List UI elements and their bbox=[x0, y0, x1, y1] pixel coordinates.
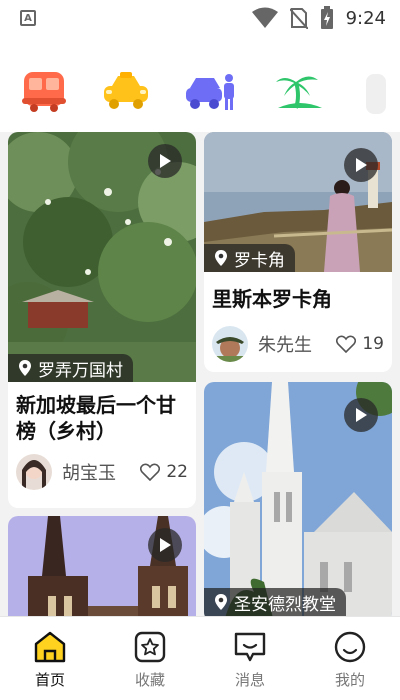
play-icon bbox=[160, 538, 171, 552]
post-card[interactable]: 罗卡角 里斯本罗卡角 朱先生 19 bbox=[204, 132, 392, 372]
status-time: 9:24 bbox=[345, 7, 386, 29]
avatar-image bbox=[212, 326, 248, 362]
feed: 罗弄万国村 新加坡最后一个甘榜（乡村） 胡宝玉 22 罗卡角 里斯本罗卡角 朱先… bbox=[0, 132, 400, 616]
bottom-tab-bar: 首页 收藏 消息 我的 bbox=[0, 616, 400, 700]
like-count: 22 bbox=[166, 462, 188, 482]
location-label: 罗弄万国村 bbox=[38, 360, 123, 381]
post-card[interactable]: 罗弄万国村 新加坡最后一个甘榜（乡村） 胡宝玉 22 bbox=[8, 132, 196, 508]
bus-icon bbox=[22, 72, 66, 112]
play-icon bbox=[356, 158, 367, 172]
tab-label: 收藏 bbox=[134, 671, 165, 689]
taxi-car-icon bbox=[104, 72, 148, 109]
play-button[interactable] bbox=[148, 528, 182, 562]
like-count: 19 bbox=[362, 334, 384, 354]
avatar[interactable] bbox=[16, 454, 52, 490]
self-drive-car-icon bbox=[186, 74, 234, 110]
play-icon bbox=[356, 408, 367, 422]
play-button[interactable] bbox=[148, 144, 182, 178]
like-button[interactable]: 22 bbox=[140, 462, 188, 482]
post-title: 里斯本罗卡角 bbox=[212, 287, 332, 311]
location-tag: 圣安德烈教堂 bbox=[204, 588, 346, 616]
category-more-hint bbox=[366, 74, 386, 114]
avatar[interactable] bbox=[212, 326, 248, 362]
post-card[interactable] bbox=[8, 516, 196, 616]
no-sim-icon bbox=[289, 8, 308, 29]
post-title: 新加坡最后一个甘榜（乡村） bbox=[16, 393, 176, 443]
category-taxi[interactable] bbox=[100, 68, 152, 114]
tab-messages[interactable]: 消息 bbox=[200, 617, 300, 700]
category-bar bbox=[0, 36, 400, 132]
location-pin-icon bbox=[215, 594, 227, 610]
author-name: 胡宝玉 bbox=[62, 463, 116, 484]
post-photo: 罗卡角 bbox=[204, 132, 392, 272]
location-tag: 罗弄万国村 bbox=[8, 354, 133, 382]
post-photo bbox=[8, 516, 196, 616]
post-meta: 胡宝玉 22 bbox=[8, 454, 196, 490]
post-meta: 朱先生 19 bbox=[204, 326, 392, 362]
favorites-star-icon bbox=[134, 631, 166, 663]
profile-smile-icon bbox=[334, 631, 366, 663]
play-button[interactable] bbox=[344, 148, 378, 182]
status-bar: A 9:24 bbox=[0, 0, 400, 36]
heart-icon bbox=[336, 335, 357, 353]
tab-favorites[interactable]: 收藏 bbox=[100, 617, 200, 700]
location-label: 罗卡角 bbox=[234, 250, 285, 271]
location-tag: 罗卡角 bbox=[204, 244, 295, 272]
home-icon bbox=[34, 631, 66, 663]
post-photo: 圣安德烈教堂 bbox=[204, 382, 392, 616]
category-island[interactable] bbox=[274, 68, 326, 114]
author-name: 朱先生 bbox=[258, 335, 312, 356]
avatar-image bbox=[16, 454, 52, 490]
tab-label: 我的 bbox=[334, 671, 365, 689]
category-self-drive[interactable] bbox=[184, 68, 236, 114]
tab-label: 首页 bbox=[34, 671, 65, 689]
battery-charging-icon bbox=[320, 6, 333, 29]
category-bus[interactable] bbox=[20, 68, 72, 114]
tab-profile[interactable]: 我的 bbox=[300, 617, 400, 700]
wifi-icon bbox=[251, 7, 278, 28]
tab-label: 消息 bbox=[234, 671, 265, 689]
location-pin-icon bbox=[19, 360, 31, 376]
app-notification-icon: A bbox=[20, 10, 36, 26]
post-photo: 罗弄万国村 bbox=[8, 132, 196, 382]
play-button[interactable] bbox=[344, 398, 378, 432]
location-label: 圣安德烈教堂 bbox=[234, 594, 336, 615]
like-button[interactable]: 19 bbox=[336, 334, 384, 354]
heart-icon bbox=[140, 463, 161, 481]
island-palm-icon bbox=[276, 76, 322, 109]
status-icons: 9:24 bbox=[251, 6, 386, 30]
tab-home[interactable]: 首页 bbox=[0, 617, 100, 700]
location-pin-icon bbox=[215, 250, 227, 266]
message-icon bbox=[234, 632, 266, 662]
play-icon bbox=[160, 154, 171, 168]
post-card[interactable]: 圣安德烈教堂 bbox=[204, 382, 392, 616]
